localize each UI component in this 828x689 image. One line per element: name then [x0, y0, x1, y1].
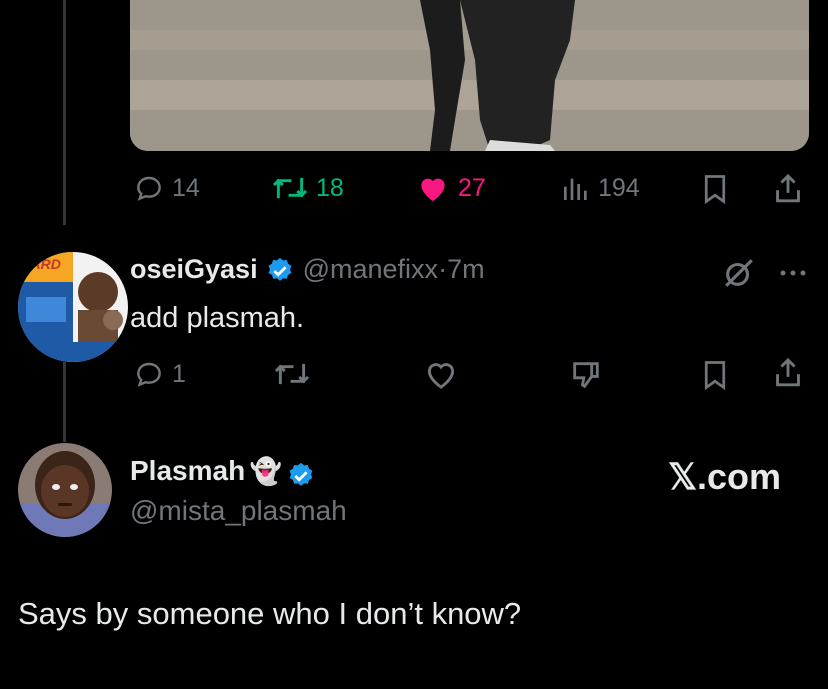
- views-count: 194: [598, 173, 640, 202]
- more-options-icon[interactable]: [778, 266, 808, 280]
- handle[interactable]: @manefixx: [303, 254, 438, 284]
- heart-icon[interactable]: [422, 358, 460, 390]
- thread-line-top: [63, 0, 66, 225]
- bookmark-icon[interactable]: [700, 358, 730, 392]
- avatar-oseigyasi[interactable]: ZARD: [18, 252, 128, 362]
- quoted-name-row: Plasmah 👻: [130, 455, 316, 491]
- downvote-icon[interactable]: [568, 358, 604, 392]
- like-action[interactable]: 27: [414, 172, 486, 204]
- repost-icon[interactable]: [272, 358, 312, 390]
- verified-badge-icon: [268, 257, 292, 281]
- reply-reply-action[interactable]: 1: [132, 358, 186, 390]
- x-com-watermark: 𝕏.com: [668, 456, 782, 497]
- reply-header: oseiGyasi @manefixx·7m: [130, 254, 485, 286]
- quoted-display-name[interactable]: Plasmah: [130, 455, 245, 486]
- grok-icon[interactable]: [722, 256, 756, 290]
- display-name[interactable]: oseiGyasi: [130, 254, 258, 284]
- views-action[interactable]: 194: [560, 172, 640, 204]
- media-scene: [130, 0, 809, 151]
- views-icon: [564, 178, 587, 200]
- like-count: 27: [458, 173, 486, 202]
- avatar-plasmah[interactable]: [18, 443, 112, 537]
- timestamp[interactable]: 7m: [447, 254, 485, 284]
- reply-reply-count: 1: [172, 359, 186, 388]
- verified-badge-icon: [289, 462, 313, 486]
- reply-action[interactable]: 14: [132, 172, 200, 204]
- separator: ·: [438, 254, 448, 284]
- reply-icon: [137, 176, 161, 201]
- repost-count: 18: [316, 173, 344, 202]
- reply-count: 14: [172, 173, 200, 202]
- avatar-logo-text: ZARD: [22, 256, 61, 272]
- repost-icon: [272, 177, 308, 199]
- post-media-image[interactable]: [130, 0, 809, 151]
- thread-line-middle: [63, 362, 66, 442]
- bookmark-icon[interactable]: [700, 172, 730, 206]
- share-icon[interactable]: [772, 172, 804, 206]
- ghost-emoji: 👻: [249, 456, 282, 486]
- share-icon[interactable]: [772, 356, 804, 390]
- quoted-text: Says by someone who I don’t know?: [18, 596, 522, 631]
- reply-text: add plasmah.: [130, 302, 305, 334]
- repost-action[interactable]: 18: [270, 172, 344, 204]
- quoted-handle[interactable]: @mista_plasmah: [130, 495, 347, 527]
- avatar-image: [18, 443, 112, 537]
- reply-icon: [137, 362, 161, 387]
- heart-filled-icon: [421, 178, 445, 202]
